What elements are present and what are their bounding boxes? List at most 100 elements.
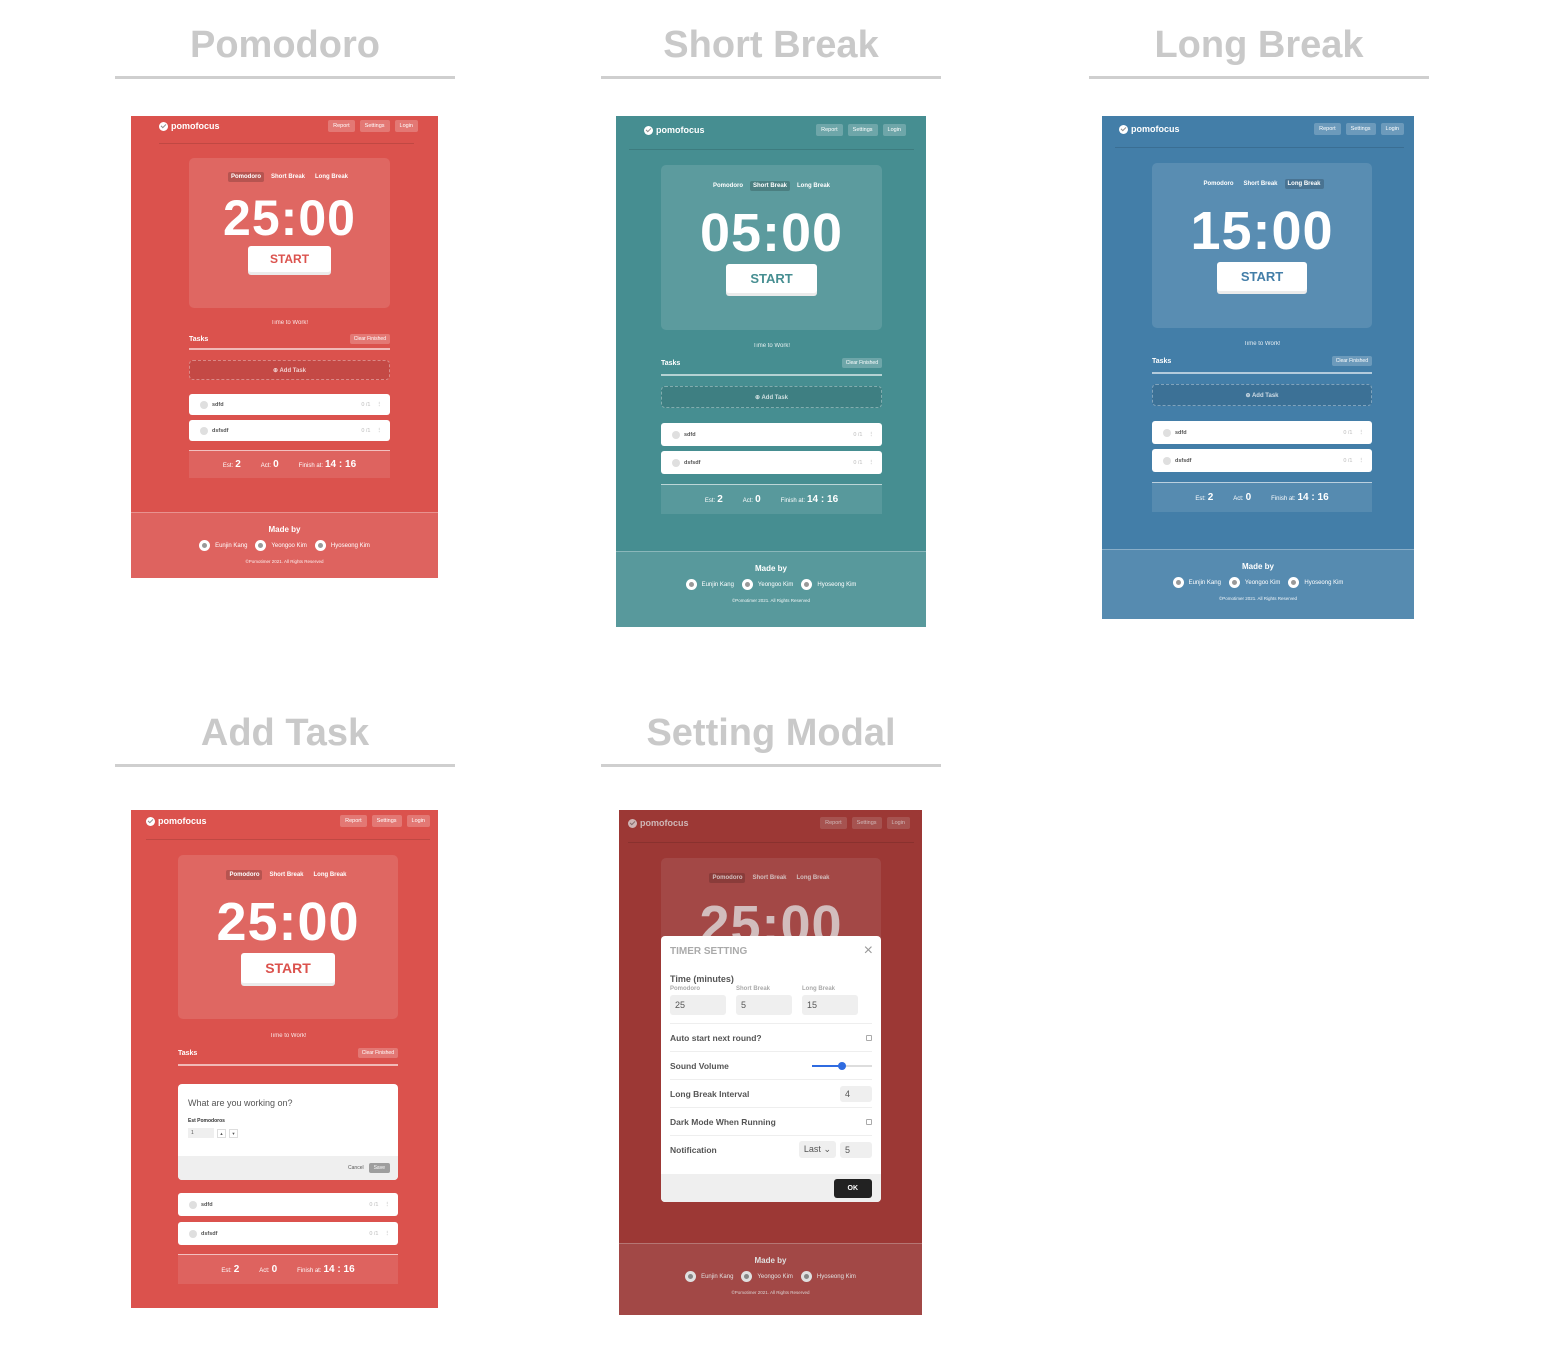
tab-long-break[interactable]: Long Break [311,870,350,880]
start-button[interactable]: START [1216,262,1308,291]
start-button[interactable]: START [241,953,335,983]
close-icon[interactable]: × [864,942,873,960]
task-item[interactable]: sdfd 0 /1 ⋮ [661,423,882,446]
github-icon [685,579,697,590]
clear-finished-button[interactable]: Clear Finished [1331,356,1372,366]
task-title-input[interactable]: What are you working on? [188,1098,388,1108]
report-button[interactable]: Report [816,124,843,136]
timer-display: 25:00 [216,892,360,952]
author-link[interactable]: Eunjin Kang [199,540,247,551]
login-button[interactable]: Login [1380,123,1404,135]
author-link[interactable]: Yeongoo Kim [255,540,307,551]
more-icon[interactable]: ⋮ [1359,458,1365,464]
author-link[interactable]: Eunjin Kang [685,579,734,590]
tab-long-break[interactable]: Long Break [794,181,833,191]
summary-bar: Est: 2 Act: 0 Finish at: 14 : 16 [189,450,390,478]
check-icon[interactable] [672,458,680,467]
more-icon[interactable]: ⋮ [377,428,383,434]
login-button[interactable]: Login [406,815,430,827]
report-button[interactable]: Report [340,815,367,827]
clear-finished-button[interactable]: Clear Finished [841,358,882,368]
brand-name: pomofocus [158,816,207,826]
task-item[interactable]: dsfsdf 0 /1 ⋮ [178,1222,398,1245]
increment-button[interactable]: ▲ [217,1128,226,1138]
dark-mode-toggle[interactable] [866,1118,872,1125]
tab-long-break[interactable]: Long Break [312,172,351,182]
brand-logo[interactable]: pomofocus [159,121,220,131]
decrement-button[interactable]: ▼ [229,1128,238,1138]
notification-input[interactable]: 5 [840,1141,872,1158]
footer: Made by Eunjin Kang Yeongoo Kim Hyoseong… [616,551,926,627]
long-break-time-input[interactable]: 15 [802,995,858,1015]
more-icon[interactable]: ⋮ [1359,430,1365,436]
more-icon[interactable]: ⋮ [385,1202,391,1208]
check-icon[interactable] [200,400,208,409]
task-item[interactable]: dsfsdf 0 /1 ⋮ [1152,449,1372,472]
sound-volume-slider[interactable] [812,1061,872,1070]
check-icon[interactable] [200,426,208,435]
add-task-button[interactable]: ⊕ Add Task [661,386,882,408]
tab-pomodoro[interactable]: Pomodoro [710,181,746,191]
author-link[interactable]: Hyoseong Kim [1288,577,1343,588]
login-button[interactable]: Login [394,120,418,132]
clear-finished-button[interactable]: Clear Finished [349,334,390,344]
start-button[interactable]: START [726,264,817,293]
long-break-interval-input[interactable]: 4 [840,1085,872,1102]
tab-short-break[interactable]: Short Break [1240,179,1280,189]
task-item[interactable]: sdfd 0 /1 ⋮ [189,394,390,415]
cancel-button[interactable]: Cancel [348,1165,364,1171]
author-link[interactable]: Eunjin Kang [1172,577,1221,588]
save-button[interactable]: Save [368,1163,390,1173]
settings-button[interactable]: Settings [371,815,402,827]
add-task-button[interactable]: ⊕ Add Task [1152,384,1372,406]
task-item[interactable]: dsfsdf 0 /1 ⋮ [661,451,882,474]
login-button[interactable]: Login [882,124,906,136]
more-icon[interactable]: ⋮ [869,432,875,438]
start-button[interactable]: START [247,246,332,272]
author-link[interactable]: Yeongoo Kim [1228,577,1280,588]
modal-title: TIMER SETTING [670,945,748,957]
check-icon[interactable] [1163,428,1171,437]
tab-pomodoro[interactable]: Pomodoro [226,870,263,880]
slider-knob[interactable] [838,1061,846,1070]
finish-label: Finish at: [298,463,323,469]
brand-logo[interactable]: pomofocus [644,125,705,135]
short-break-time-input[interactable]: 5 [736,995,792,1015]
settings-button[interactable]: Settings [359,120,390,132]
task-item[interactable]: sdfd 0 /1 ⋮ [178,1193,398,1216]
author-link[interactable]: Yeongoo Kim [741,579,793,590]
check-icon[interactable] [189,1229,197,1238]
tasks-header: Tasks Clear Finished [661,358,882,368]
tab-pomodoro[interactable]: Pomodoro [227,172,264,182]
check-icon[interactable] [1163,456,1171,465]
clear-finished-button[interactable]: Clear Finished [357,1048,398,1058]
report-button[interactable]: Report [1314,123,1341,135]
pomodoro-time-input[interactable]: 25 [670,995,726,1015]
tab-short-break[interactable]: Short Break [266,870,306,880]
author-link[interactable]: Hyoseong Kim [314,540,370,551]
est-pomodoros-input[interactable]: 1 [188,1128,214,1138]
more-icon[interactable]: ⋮ [869,460,875,466]
task-item[interactable]: sdfd 0 /1 ⋮ [1152,421,1372,444]
tab-short-break[interactable]: Short Break [268,172,308,182]
add-task-button[interactable]: ⊕ Add Task [189,360,390,380]
author-link[interactable]: Hyoseong Kim [801,579,856,590]
task-title: sdfd [201,1201,213,1208]
tab-pomodoro[interactable]: Pomodoro [1200,179,1236,189]
report-button[interactable]: Report [328,120,355,132]
ok-button[interactable]: OK [833,1178,872,1198]
brand-logo[interactable]: pomofocus [146,816,207,826]
more-icon[interactable]: ⋮ [385,1231,391,1237]
auto-start-toggle[interactable] [866,1034,872,1041]
settings-button[interactable]: Settings [1345,123,1376,135]
footer: Made by Eunjin Kang Yeongoo Kim Hyoseong… [1102,549,1414,619]
check-icon[interactable] [672,430,680,439]
tab-long-break[interactable]: Long Break [1284,179,1324,189]
notification-select[interactable]: Last ⌄ [798,1141,836,1158]
check-icon[interactable] [189,1200,197,1209]
tab-short-break[interactable]: Short Break [749,181,790,191]
task-item[interactable]: dsfsdf 0 /1 ⋮ [189,420,390,441]
settings-button[interactable]: Settings [847,124,878,136]
brand-logo[interactable]: pomofocus [1119,124,1180,134]
more-icon[interactable]: ⋮ [377,402,383,408]
